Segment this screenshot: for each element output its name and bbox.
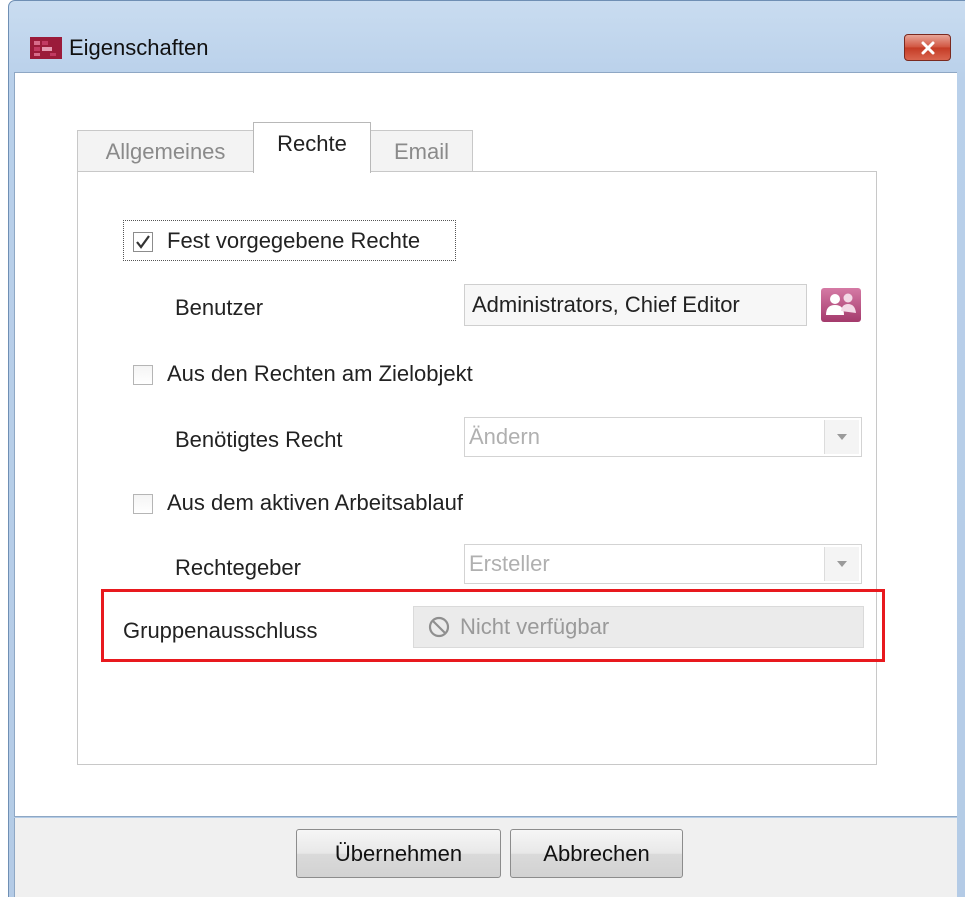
tab-email[interactable]: Email [370, 130, 473, 172]
app-logo-icon [30, 37, 62, 59]
tab-allgemeines[interactable]: Allgemeines [77, 130, 254, 172]
required-right-select[interactable]: Ändern [464, 417, 862, 457]
tab-rechte[interactable]: Rechte [253, 122, 371, 173]
group-exclusion-field: Nicht verfügbar [413, 606, 864, 648]
from-target-label: Aus den Rechten am Zielobjekt [167, 361, 473, 386]
window-title: Eigenschaften [69, 35, 209, 60]
user-field[interactable]: Administrators, Chief Editor [464, 284, 807, 326]
apply-button[interactable]: Übernehmen [296, 829, 501, 878]
user-label: Benutzer [175, 295, 264, 320]
rights-giver-value: Ersteller [469, 551, 550, 576]
required-right-value: Ändern [469, 424, 540, 449]
chevron-down-icon [837, 561, 847, 567]
group-exclusion-label: Gruppenausschluss [123, 618, 318, 643]
select-users-button[interactable] [819, 286, 863, 324]
fixed-rights-label: Fest vorgegebene Rechte [167, 228, 421, 253]
group-exclusion-value: Nicht verfügbar [460, 614, 610, 639]
close-button[interactable] [904, 34, 951, 61]
checkmark-icon [136, 235, 150, 249]
from-target-checkbox[interactable] [133, 365, 153, 385]
rights-giver-label: Rechtegeber [175, 555, 301, 580]
from-workflow-checkbox[interactable] [133, 494, 153, 514]
from-workflow-label: Aus dem aktiven Arbeitsablauf [167, 490, 463, 515]
chevron-down-icon [837, 434, 847, 440]
fixed-rights-checkbox[interactable] [133, 232, 153, 252]
not-available-icon [428, 616, 450, 638]
dropdown-arrow[interactable] [824, 420, 859, 454]
users-icon [821, 288, 861, 322]
cancel-button[interactable]: Abbrechen [510, 829, 683, 878]
dropdown-arrow[interactable] [824, 547, 859, 581]
rights-giver-select[interactable]: Ersteller [464, 544, 862, 584]
required-right-label: Benötigtes Recht [175, 427, 343, 452]
close-icon [921, 41, 934, 54]
